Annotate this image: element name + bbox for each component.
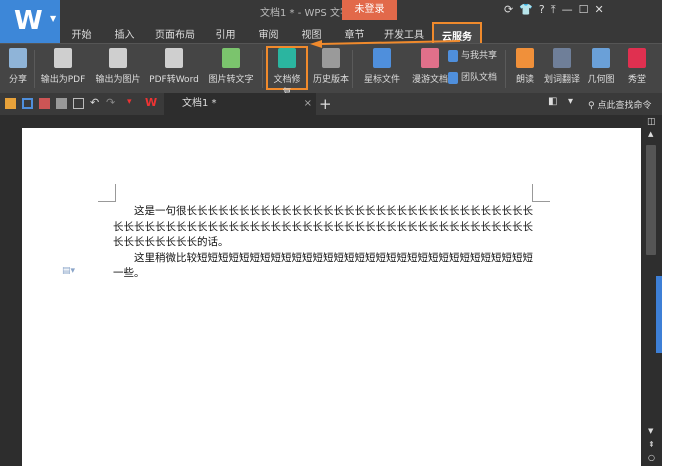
xiutang-button[interactable]: 秀堂: [620, 48, 654, 85]
close-tab-icon[interactable]: ×: [304, 93, 312, 115]
help-icon[interactable]: ?: [539, 3, 551, 16]
roaming-docs-button[interactable]: 漫游文档: [408, 48, 452, 85]
export-pdf-icon: [54, 48, 72, 68]
pdf-to-word-button[interactable]: PDF转Word: [146, 48, 202, 85]
window-title: 文档1 * - WPS 文字: [260, 8, 350, 19]
new-tab-button[interactable]: +: [319, 93, 332, 115]
doc-repair-icon: [278, 48, 296, 68]
side-panel-toggle[interactable]: [656, 276, 662, 353]
scroll-thumb[interactable]: [646, 145, 656, 255]
pdf-to-word-label: PDF转Word: [149, 75, 199, 85]
pdf-to-word-icon: [165, 48, 183, 68]
export-pdf-icon[interactable]: [39, 98, 50, 109]
geometry-label: 几何图: [587, 75, 615, 85]
wps-window: W ▼ 文档1 * - WPS 文字 未登录 ⟳👕?⤒—☐✕ 开始 插入 页面布局…: [0, 0, 662, 466]
history-label: 历史版本: [312, 75, 349, 85]
read-aloud-icon: [516, 48, 534, 68]
export-image-button[interactable]: 输出为图片: [92, 48, 144, 85]
print-preview-icon[interactable]: [73, 98, 84, 109]
roaming-docs-icon: [421, 48, 439, 68]
close-button[interactable]: ✕: [595, 3, 610, 16]
read-aloud-button[interactable]: 朗读: [512, 48, 538, 85]
share-button[interactable]: 分享: [4, 48, 32, 85]
starred-files-icon: [373, 48, 391, 68]
paragraph: 这是一句很长长长长长长长长长长长长长长长长长长长长长长长长长长长长长长长长长长长…: [113, 205, 533, 248]
wps-icon[interactable]: W: [145, 96, 157, 109]
save-icon[interactable]: [22, 98, 33, 109]
xiutang-icon: [628, 48, 646, 68]
sync-icon[interactable]: ⟳: [504, 3, 519, 16]
image-to-text-label: 图片转文字: [208, 75, 254, 85]
select-browse-icon[interactable]: ○: [648, 453, 655, 462]
toolbar-separator: [352, 50, 353, 88]
doc-tab-label: 文档1 *: [182, 98, 217, 109]
image-to-text-icon: [222, 48, 240, 68]
shared-with-me-button[interactable]: 与我共享: [448, 48, 502, 62]
image-to-text-button[interactable]: 图片转文字: [203, 48, 259, 85]
split-icon[interactable]: ◫: [647, 117, 656, 127]
prev-page-icon[interactable]: ⇞: [648, 440, 655, 449]
margin-corner: [532, 184, 550, 202]
share-label: 分享: [8, 75, 27, 85]
document-body[interactable]: 这是一句很长长长长长长长长长长长长长长长长长长长长长长长长长长长长长长长长长长长…: [113, 204, 533, 282]
maximize-button[interactable]: ☐: [579, 3, 595, 16]
team-docs-button[interactable]: 团队文档: [448, 70, 502, 84]
geometry-button[interactable]: 几何图: [584, 48, 618, 85]
document-tab[interactable]: 文档1 * ×: [164, 93, 316, 115]
scroll-up-icon[interactable]: ▲: [648, 130, 653, 138]
search-label: 点此查找命令: [597, 101, 652, 111]
open-icon[interactable]: [5, 98, 16, 109]
toolbar-separator: [505, 50, 506, 88]
starred-files-button[interactable]: 星标文件: [360, 48, 404, 85]
paragraph: 这里稍微比较短短短短短短短短短短短短短短短短短短短短短短短短短短短短短短短短一些…: [113, 251, 533, 280]
window-controls: ⟳👕?⤒—☐✕: [504, 3, 610, 17]
export-pdf-button[interactable]: 输出为PDF: [38, 48, 88, 85]
doc-repair-button[interactable]: 文档修复: [266, 46, 308, 98]
wps-menu-button[interactable]: W ▼: [0, 0, 60, 43]
dock-icon[interactable]: ◧: [548, 96, 559, 107]
team-docs-label: 团队文档: [461, 73, 498, 83]
minimize-button[interactable]: —: [562, 3, 579, 16]
document-page[interactable]: ▤▾: [22, 128, 641, 466]
translate-button[interactable]: 划词翻译: [542, 48, 582, 85]
starred-files-label: 星标文件: [363, 75, 400, 85]
annotation-arrow: [310, 40, 460, 48]
translate-icon: [553, 48, 571, 68]
toolbar-separator: [262, 50, 263, 88]
print-icon[interactable]: [56, 98, 67, 109]
toolbar-separator: [34, 50, 35, 88]
shared-with-me-icon: [448, 49, 458, 62]
export-image-icon: [109, 48, 127, 68]
history-icon: [322, 48, 340, 68]
share-icon: [9, 48, 27, 68]
translate-label: 划词翻译: [543, 75, 580, 85]
xiutang-label: 秀堂: [627, 75, 646, 85]
filter-icon[interactable]: ▾: [568, 96, 579, 107]
team-docs-icon: [448, 71, 458, 84]
ribbon-toolbar: 分享 输出为PDF 输出为图片 PDF转Word 图片转文字 文档修复历史版本 星标文件 漫游…: [0, 43, 662, 98]
wps-logo: W: [14, 6, 43, 36]
chevron-down-icon: ▼: [50, 14, 57, 23]
pin-icon[interactable]: ⤒: [551, 3, 562, 16]
document-tab-strip: ↶ ↷ ▾ W 文档1 * × + ◧ ▾ ⚲ 点此查找命令: [0, 93, 662, 115]
history-button[interactable]: 历史版本: [310, 48, 352, 85]
paragraph-handle-icon[interactable]: ▤▾: [62, 266, 75, 276]
export-pdf-label: 输出为PDF: [40, 75, 86, 85]
scroll-down-icon[interactable]: ▼: [648, 427, 653, 435]
margin-corner: [98, 184, 116, 202]
redo-icon[interactable]: ↷: [106, 96, 117, 109]
geometry-icon: [592, 48, 610, 68]
read-aloud-label: 朗读: [515, 75, 534, 85]
skin-icon[interactable]: 👕: [519, 3, 539, 16]
roaming-docs-label: 漫游文档: [411, 75, 448, 85]
command-search[interactable]: ⚲ 点此查找命令: [588, 98, 651, 111]
shared-with-me-label: 与我共享: [461, 51, 498, 61]
export-image-label: 输出为图片: [95, 75, 141, 85]
undo-icon[interactable]: ↶: [90, 96, 101, 109]
format-painter-icon[interactable]: ▾: [127, 97, 138, 108]
login-button[interactable]: 未登录: [342, 0, 397, 20]
